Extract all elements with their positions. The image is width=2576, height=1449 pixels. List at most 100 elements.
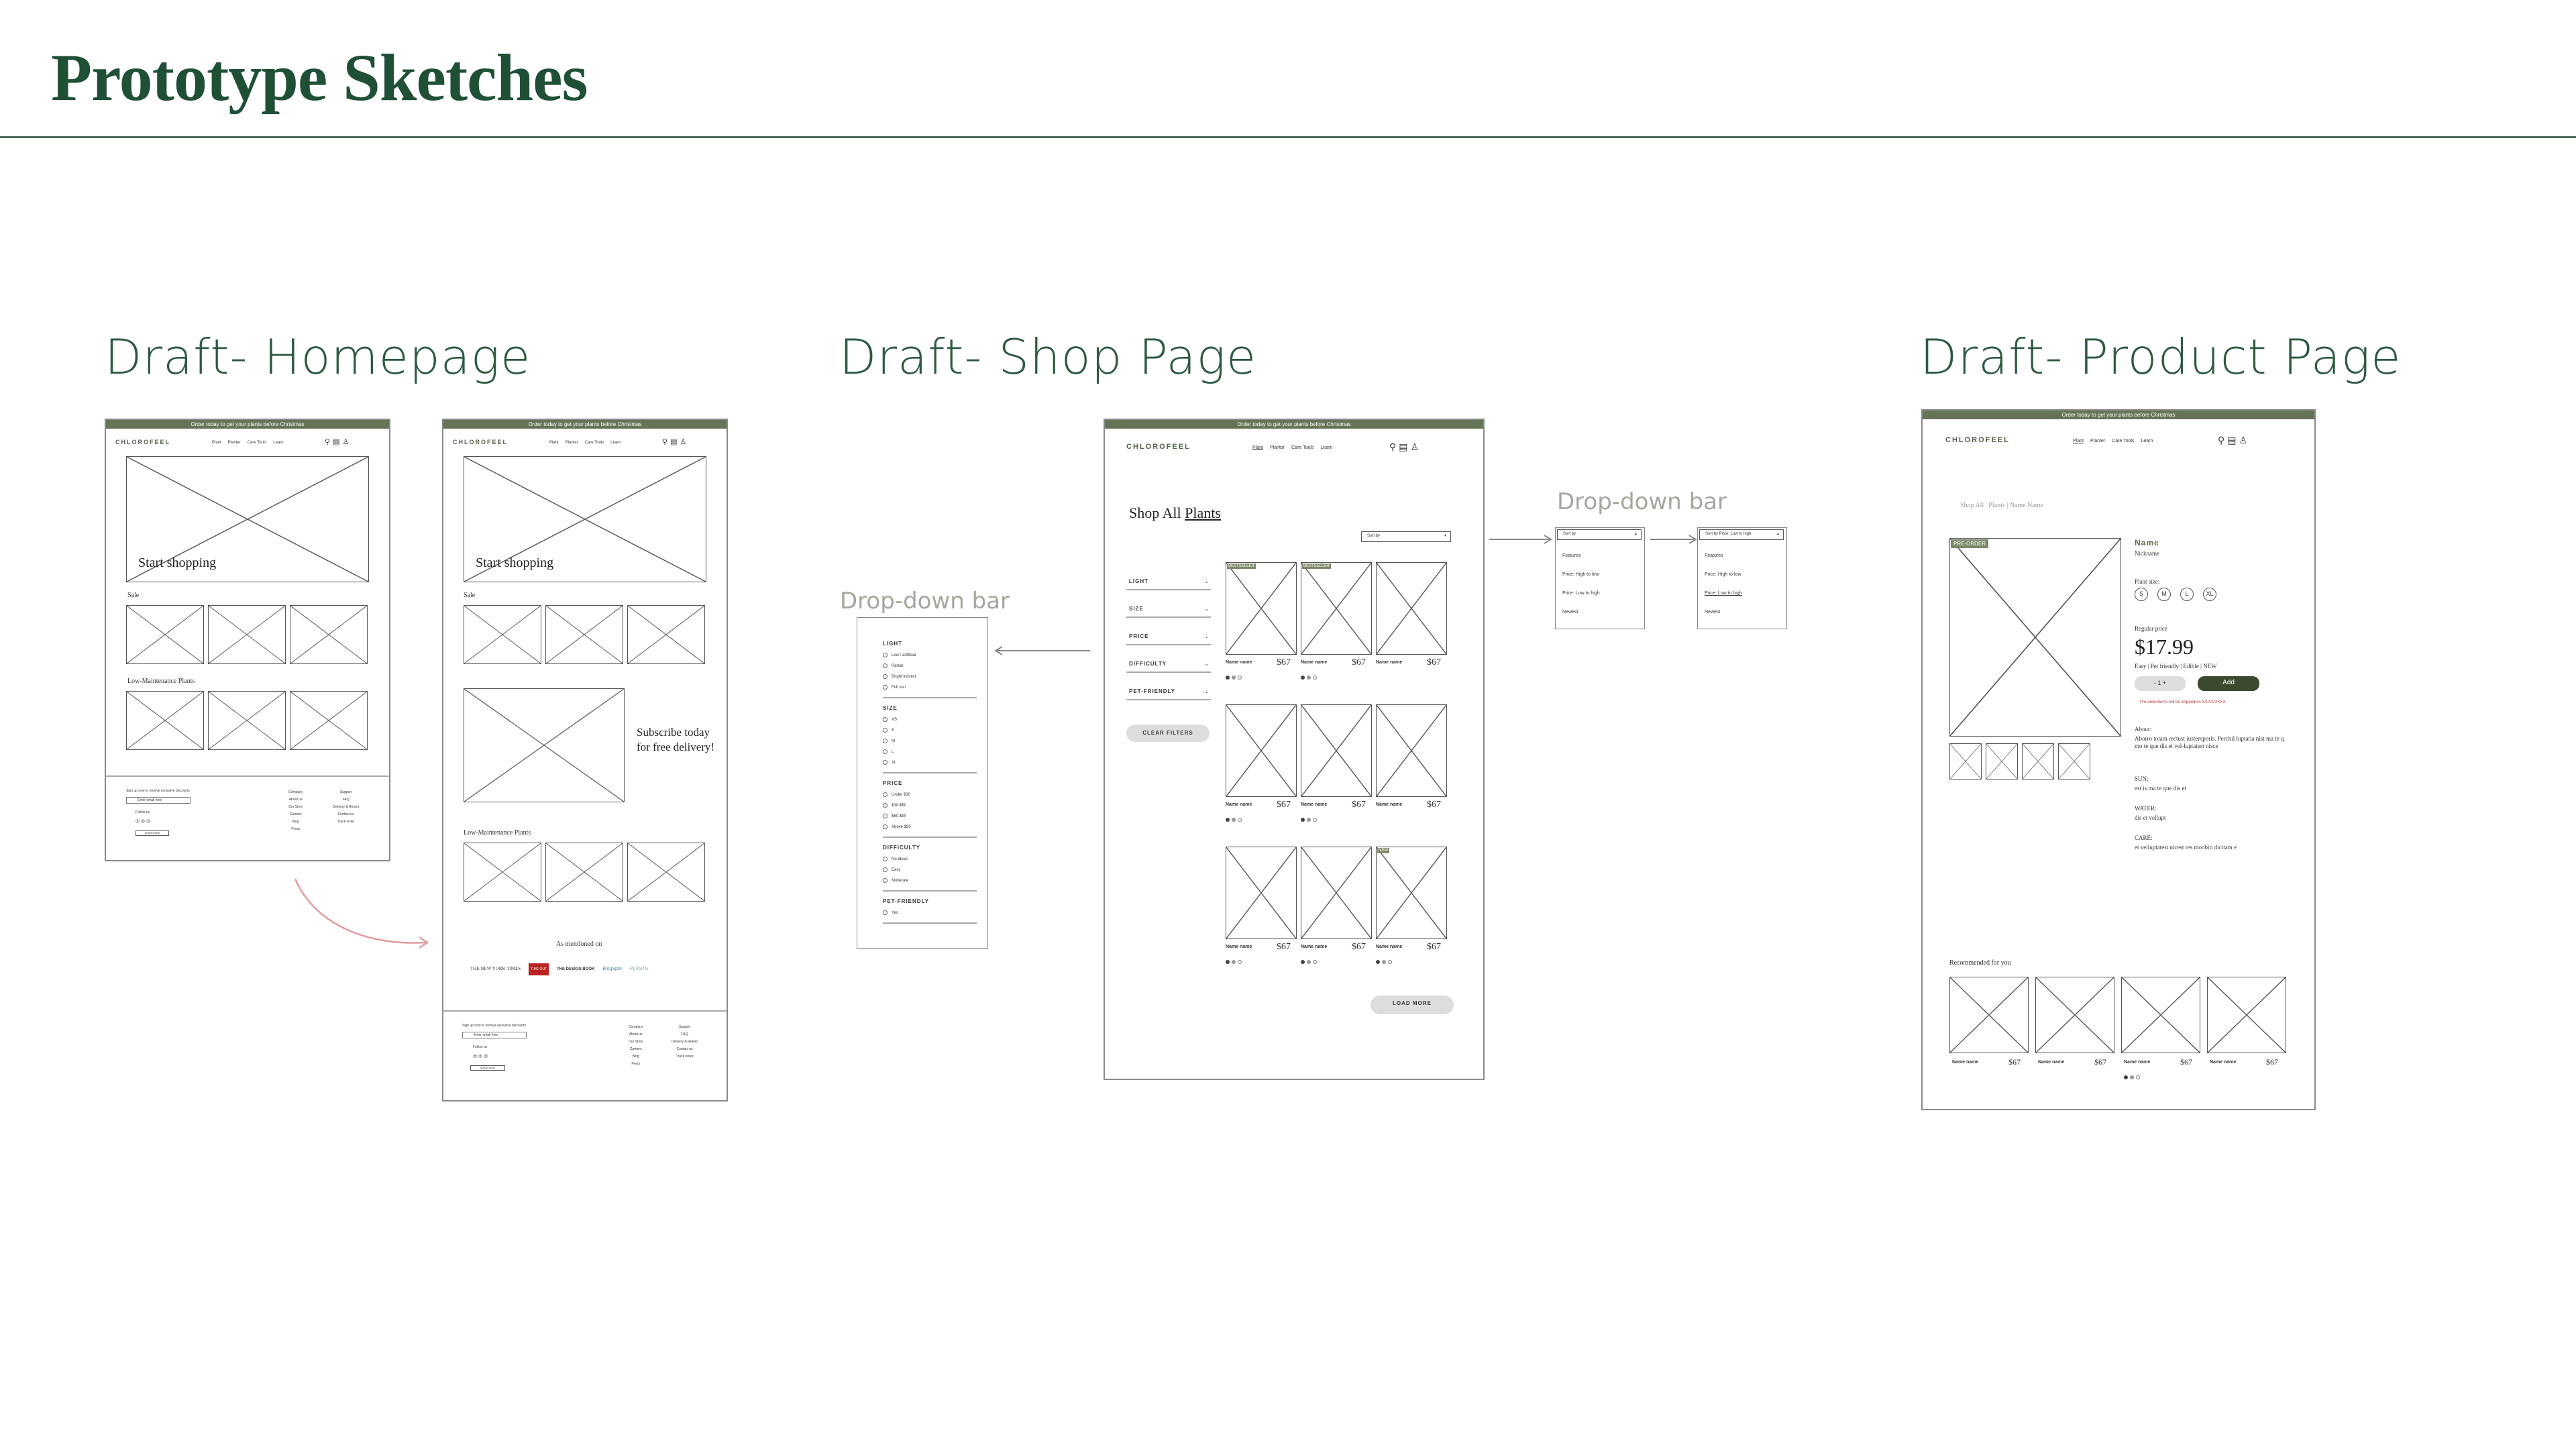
product-thumb-3[interactable]: [2022, 743, 2054, 780]
filter-option[interactable]: Under $30: [883, 792, 910, 797]
sort-option[interactable]: Newest: [1705, 610, 1720, 614]
product-thumb-1[interactable]: [1949, 743, 1982, 780]
nav-care-tools[interactable]: Care Tools: [585, 441, 604, 445]
nav-planter[interactable]: Planter: [2090, 439, 2105, 443]
nav-plant[interactable]: Plant: [2073, 439, 2084, 443]
sale-item-1[interactable]: [126, 605, 204, 664]
filter-option[interactable]: Yes: [883, 910, 898, 915]
nav-planter[interactable]: Planter: [228, 441, 241, 445]
nav-learn[interactable]: Learn: [2141, 439, 2153, 443]
search-icon[interactable]: ⚲: [1389, 441, 1399, 452]
sort-option[interactable]: Price: Low to high: [1562, 591, 1600, 596]
color-swatches[interactable]: [2124, 1071, 2142, 1083]
filter-group-heading[interactable]: PRICE: [883, 780, 977, 786]
footer-email-input[interactable]: Enter email here: [126, 797, 191, 804]
add-to-cart-button[interactable]: Add: [2198, 676, 2259, 691]
recommended-item-image[interactable]: [2121, 977, 2200, 1053]
product-name[interactable]: Name name: [1301, 802, 1327, 807]
filter-option[interactable]: S: [883, 728, 894, 733]
radio-button[interactable]: [883, 749, 888, 754]
footer-subscribe-button[interactable]: SUBSCRIBE: [136, 830, 169, 836]
nav-plant[interactable]: Plant: [212, 441, 221, 445]
account-icon[interactable]: ♙: [342, 438, 352, 446]
product-name[interactable]: Name name: [1226, 802, 1252, 807]
filter-group-heading[interactable]: SIZE: [883, 705, 977, 711]
size-option-s[interactable]: S: [2135, 588, 2148, 601]
radio-button[interactable]: [883, 878, 888, 883]
cart-icon[interactable]: ▤: [2227, 435, 2239, 445]
quantity-stepper[interactable]: - 1 +: [2135, 676, 2186, 691]
radio-button[interactable]: [883, 760, 888, 765]
color-swatches[interactable]: [1301, 955, 1319, 967]
footer-subscribe-button[interactable]: SUBSCRIBE: [470, 1065, 505, 1071]
lowmaint-item-2[interactable]: [545, 843, 623, 902]
nav-care-tools[interactable]: Care Tools: [1291, 445, 1313, 450]
product-card-image[interactable]: [1226, 704, 1297, 797]
product-thumb-4[interactable]: [2058, 743, 2090, 780]
nav-learn[interactable]: Learn: [273, 441, 283, 445]
breadcrumb[interactable]: Shop All | Plants | Name Name: [1960, 502, 2043, 509]
filter-option[interactable]: $60-$90: [883, 814, 906, 818]
account-icon[interactable]: ♙: [1411, 441, 1422, 452]
recommended-name[interactable]: Name name: [2124, 1060, 2150, 1065]
color-swatches[interactable]: [1226, 671, 1244, 683]
product-thumb-2[interactable]: [1986, 743, 2018, 780]
hero-cta[interactable]: Start shopping: [138, 555, 216, 571]
account-icon[interactable]: ♙: [680, 438, 689, 446]
size-option-l[interactable]: L: [2180, 588, 2194, 601]
filter-group-heading[interactable]: PET-FRIENDLY: [883, 898, 977, 904]
radio-button[interactable]: [883, 717, 888, 722]
product-name[interactable]: Name name: [1376, 660, 1402, 665]
filter-option[interactable]: No-ideas: [883, 857, 908, 861]
sort-option-selected[interactable]: Price: Low to high: [1705, 591, 1742, 596]
product-name[interactable]: Name name: [1226, 660, 1252, 665]
radio-button[interactable]: [883, 728, 888, 733]
product-card-image[interactable]: [1376, 847, 1447, 939]
search-icon[interactable]: ⚲: [662, 438, 670, 446]
color-swatches[interactable]: [1301, 813, 1319, 825]
product-name[interactable]: Name name: [1301, 660, 1327, 665]
filter-option[interactable]: Full sun: [883, 685, 906, 690]
product-card-image[interactable]: [1301, 562, 1372, 655]
lowmaint-item-1[interactable]: [126, 691, 204, 750]
sale-item-2[interactable]: [545, 605, 623, 664]
radio-button[interactable]: [883, 653, 888, 657]
product-name[interactable]: Name name: [1301, 945, 1327, 949]
recommended-name[interactable]: Name name: [2038, 1060, 2064, 1065]
product-card-image[interactable]: [1376, 704, 1447, 797]
nav-plant[interactable]: Plant: [1252, 445, 1263, 450]
product-card-image[interactable]: [1376, 562, 1447, 655]
account-icon[interactable]: ♙: [2239, 435, 2251, 445]
product-card-image[interactable]: [1226, 847, 1297, 939]
filter-option[interactable]: M: [883, 739, 895, 743]
shop-filter-light[interactable]: LIGHT ⌄: [1129, 578, 1210, 584]
filter-group-heading[interactable]: LIGHT: [883, 641, 977, 647]
footer-email-input[interactable]: Enter email here: [462, 1032, 527, 1038]
subscribe-promo[interactable]: Subscribe today for free delivery!: [637, 725, 717, 755]
sort-option[interactable]: Features: [1562, 553, 1581, 558]
social-icons[interactable]: ◎ ◎ ◎: [473, 1053, 488, 1059]
filter-group-heading[interactable]: DIFFICULTY: [883, 845, 977, 851]
clear-filters-button[interactable]: CLEAR FILTERS: [1126, 724, 1210, 742]
sort-option[interactable]: Price: High to low: [1705, 572, 1741, 577]
search-icon[interactable]: ⚲: [2218, 435, 2227, 445]
social-icons[interactable]: ◎ ◎ ◎: [136, 818, 150, 824]
radio-button[interactable]: [883, 663, 888, 668]
load-more-button[interactable]: LOAD MORE: [1371, 996, 1454, 1014]
color-swatches[interactable]: [1301, 671, 1319, 683]
radio-button[interactable]: [883, 803, 888, 808]
filter-option[interactable]: Bright indirect: [883, 674, 916, 679]
shop-filter-size[interactable]: SIZE ⌄: [1129, 606, 1210, 612]
hero-cta[interactable]: Start shopping: [476, 555, 553, 571]
filter-option[interactable]: Above $90: [883, 824, 911, 829]
sort-option[interactable]: Newest: [1562, 610, 1578, 614]
color-swatches[interactable]: [1376, 955, 1394, 967]
radio-button[interactable]: [883, 824, 888, 829]
product-name[interactable]: Name name: [1376, 802, 1402, 807]
product-name[interactable]: Name name: [1376, 945, 1402, 949]
filter-option[interactable]: Partial: [883, 663, 903, 668]
product-card-image[interactable]: [1301, 847, 1372, 939]
product-name[interactable]: Name name: [1226, 945, 1252, 949]
recommended-name[interactable]: Name name: [2210, 1060, 2236, 1065]
shop-filter-difficulty[interactable]: DIFFICULTY ⌄: [1129, 661, 1210, 667]
